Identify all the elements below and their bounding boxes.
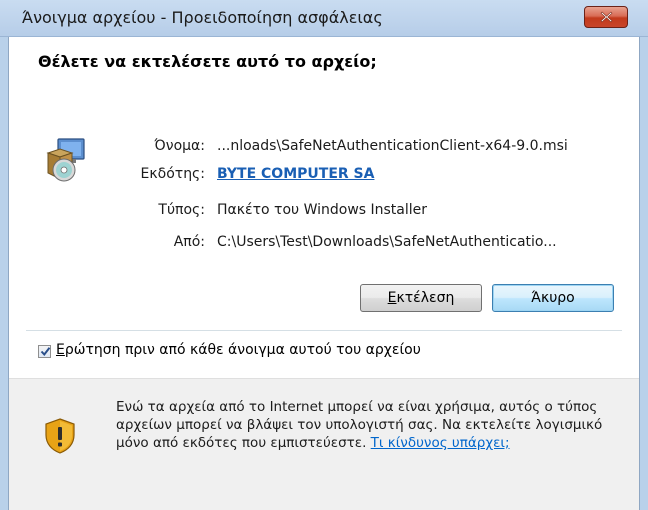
cancel-button-label: Άκυρο: [531, 290, 575, 306]
always-ask-label[interactable]: Ερώτηση πριν από κάθε άνοιγμα αυτού του …: [56, 342, 421, 358]
publisher-label: Εκδότης:: [140, 166, 205, 182]
close-button[interactable]: [584, 6, 628, 28]
from-value: C:\Users\Test\Downloads\SafeNetAuthentic…: [217, 234, 557, 250]
cancel-button[interactable]: Άκυρο: [492, 284, 614, 312]
name-value: ...nloads\SafeNetAuthenticationClient-x6…: [217, 138, 568, 154]
always-ask-accesskey: Ε: [56, 342, 65, 358]
risk-link[interactable]: Τι κίνδυνος υπάρχει;: [371, 435, 510, 451]
type-value: Πακέτο του Windows Installer: [217, 202, 428, 218]
name-label: Όνομα:: [154, 138, 205, 154]
from-label: Από:: [173, 234, 205, 250]
checkmark-icon: [40, 347, 51, 357]
close-icon: [600, 11, 613, 23]
security-warning-dialog: Άνοιγμα αρχείου - Προειδοποίηση ασφάλεια…: [0, 0, 648, 510]
security-warning-shield-icon: [44, 418, 76, 458]
divider: [26, 330, 622, 331]
window-title: Άνοιγμα αρχείου - Προειδοποίηση ασφάλεια…: [22, 8, 383, 27]
warning-message: Ενώ τα αρχεία από το Internet μπορεί να …: [116, 398, 626, 452]
always-ask-label-text: ρώτηση πριν από κάθε άνοιγμα αυτού του α…: [64, 342, 421, 358]
type-label: Τύπος:: [158, 202, 205, 218]
run-button-label: κτέλεση: [396, 290, 455, 306]
question-heading: Θέλετε να εκτελέσετε αυτό το αρχείο;: [38, 52, 377, 71]
run-button-accesskey: Ε: [387, 290, 397, 306]
always-ask-checkbox[interactable]: [38, 345, 51, 358]
title-bar[interactable]: Άνοιγμα αρχείου - Προειδοποίηση ασφάλεια…: [0, 0, 648, 37]
installer-package-icon: [44, 137, 96, 187]
run-button[interactable]: Εκτέλεση: [360, 284, 482, 312]
publisher-link[interactable]: BYTE COMPUTER SA: [217, 166, 374, 182]
warning-text: Ενώ τα αρχεία από το Internet μπορεί να …: [116, 399, 603, 451]
